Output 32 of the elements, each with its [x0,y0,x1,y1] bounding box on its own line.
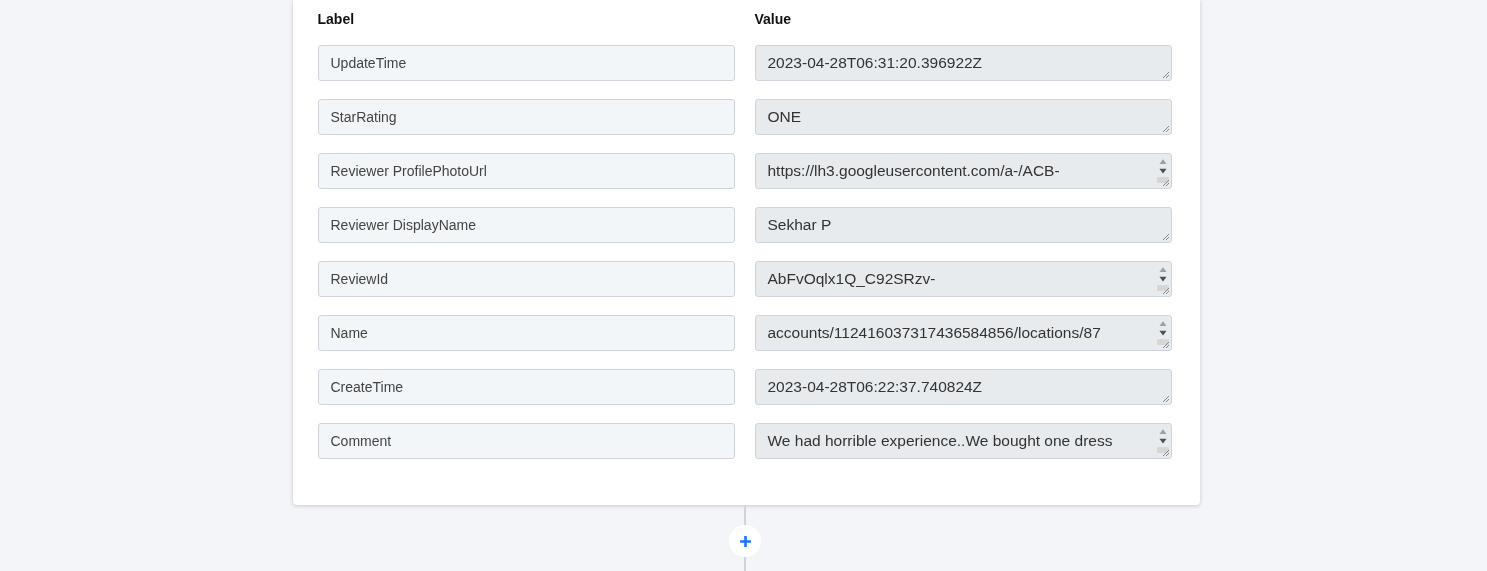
plus-icon [738,534,752,548]
resize-grip-icon[interactable] [1161,395,1170,403]
label-field[interactable]: Reviewer DisplayName [317,207,735,243]
label-field[interactable]: Reviewer ProfilePhotoUrl [317,153,735,189]
add-step-button[interactable] [729,525,761,557]
scroll-arrows-icon[interactable] [1156,157,1169,183]
resize-grip-icon[interactable] [1161,179,1170,187]
resize-grip-icon[interactable] [1161,287,1170,295]
value-field[interactable]: AbFvOqlx1Q_C92SRzv- [754,261,1172,297]
label-field[interactable]: Comment [317,423,735,459]
value-field[interactable]: 2023-04-28T06:22:37.740824Z [754,369,1172,405]
label-field[interactable]: ReviewId [317,261,735,297]
value-field[interactable]: Sekhar P [754,207,1172,243]
resize-grip-icon[interactable] [1161,341,1170,349]
resize-grip-icon[interactable] [1161,125,1170,133]
resize-grip-icon[interactable] [1161,449,1170,457]
value-field[interactable]: We had horrible experience..We bought one dress [754,423,1172,459]
label-field[interactable]: UpdateTime [317,45,735,81]
resize-grip-icon[interactable] [1161,71,1170,79]
column-header: Value [754,10,793,29]
scroll-arrows-icon[interactable] [1156,427,1169,453]
value-field[interactable]: https://lh3.googleusercontent.com/a-/ACB- [754,153,1172,189]
value-field[interactable]: 2023-04-28T06:31:20.396922Z [754,45,1172,81]
scroll-arrows-icon[interactable] [1156,319,1169,345]
column-header: Label [317,10,356,29]
scroll-arrows-icon[interactable] [1156,265,1169,291]
value-field[interactable]: ONE [754,99,1172,135]
label-field[interactable]: Name [317,315,735,351]
label-field[interactable]: StarRating [317,99,735,135]
value-field[interactable]: accounts/112416037317436584856/locations/87 [754,315,1172,351]
label-field[interactable]: CreateTime [317,369,735,405]
resize-grip-icon[interactable] [1161,233,1170,241]
